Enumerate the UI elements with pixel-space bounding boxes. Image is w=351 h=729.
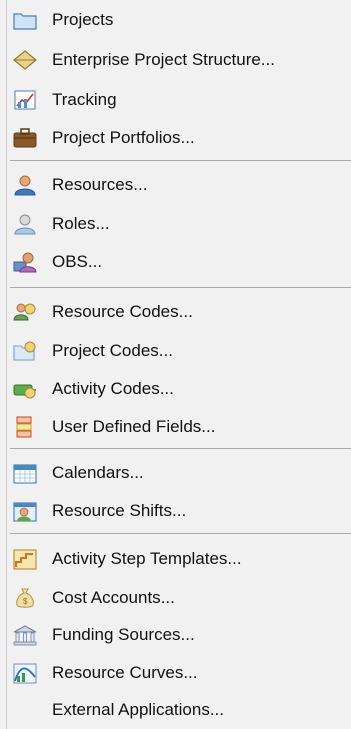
menu-item-label: Activity Step Templates... [52,549,242,568]
menu-item-resource-curves[interactable]: Resource Curves... [0,655,351,691]
menu-item-projects[interactable]: Projects [0,2,351,38]
menu-item-enterprise-project-structure[interactable]: Enterprise Project Structure... [0,42,351,78]
menu-item-label: Enterprise Project Structure... [52,50,275,69]
menu-item-label: Roles... [52,214,110,233]
menu-item-label: Activity Codes... [52,379,174,398]
briefcase-icon [12,126,38,150]
menu-item-label: User Defined Fields... [52,417,216,436]
menu-item-tracking[interactable]: Tracking [0,82,351,118]
role-person-icon [12,212,38,236]
menu-item-label: OBS... [52,252,103,271]
bank-building-icon [12,623,38,647]
enterprise-menu: Projects Enterprise Project Structure...… [0,0,351,729]
menu-item-label: Project Portfolios... [52,128,195,147]
project-codes-icon [12,339,38,363]
menu-item-obs[interactable]: OBS... [0,244,351,280]
folder-icon [12,8,38,32]
menu-item-project-portfolios[interactable]: Project Portfolios... [0,120,351,156]
menu-separator [10,287,351,288]
menu-item-funding-sources[interactable]: Funding Sources... [0,617,351,653]
menu-separator [10,533,351,534]
menu-item-label: Calendars... [52,463,144,482]
menu-item-label: Resource Shifts... [52,501,187,520]
obs-person-icon [12,250,38,274]
calendar-icon [12,461,38,485]
resource-person-icon [12,173,38,197]
menu-item-label: Projects [52,10,114,29]
menu-item-resources[interactable]: Resources... [0,167,351,203]
menu-item-cost-accounts[interactable]: $ Cost Accounts... [0,580,351,616]
menu-item-label: Tracking [52,90,117,109]
udf-fields-icon [12,415,38,439]
menu-item-resource-codes[interactable]: Resource Codes... [0,294,351,330]
menu-item-label: Project Codes... [52,341,173,360]
menu-item-label: Resources... [52,175,148,194]
step-templates-icon [12,547,38,571]
resource-shifts-icon [12,499,38,523]
svg-text:$: $ [23,597,28,606]
menu-item-activity-codes[interactable]: Activity Codes... [0,371,351,407]
menu-item-label: Resource Curves... [52,663,198,682]
resource-codes-icon [12,300,38,324]
menu-item-activity-step-templates[interactable]: Activity Step Templates... [0,541,351,577]
resource-curves-icon [12,661,38,685]
tracking-chart-icon [12,88,38,112]
eps-diamond-icon [12,48,38,72]
menu-item-label: External Applications... [52,700,224,719]
menu-item-label: Resource Codes... [52,302,193,321]
money-bag-icon: $ [12,586,38,610]
menu-item-external-applications[interactable]: External Applications... [0,692,351,728]
menu-item-user-defined-fields[interactable]: User Defined Fields... [0,409,351,445]
menu-item-calendars[interactable]: Calendars... [0,455,351,491]
menu-item-roles[interactable]: Roles... [0,206,351,242]
activity-codes-icon [12,377,38,401]
menu-item-label: Cost Accounts... [52,588,175,607]
menu-item-project-codes[interactable]: Project Codes... [0,333,351,369]
menu-separator [10,160,351,161]
menu-item-label: Funding Sources... [52,625,195,644]
menu-item-resource-shifts[interactable]: Resource Shifts... [0,493,351,529]
menu-separator [10,448,351,449]
